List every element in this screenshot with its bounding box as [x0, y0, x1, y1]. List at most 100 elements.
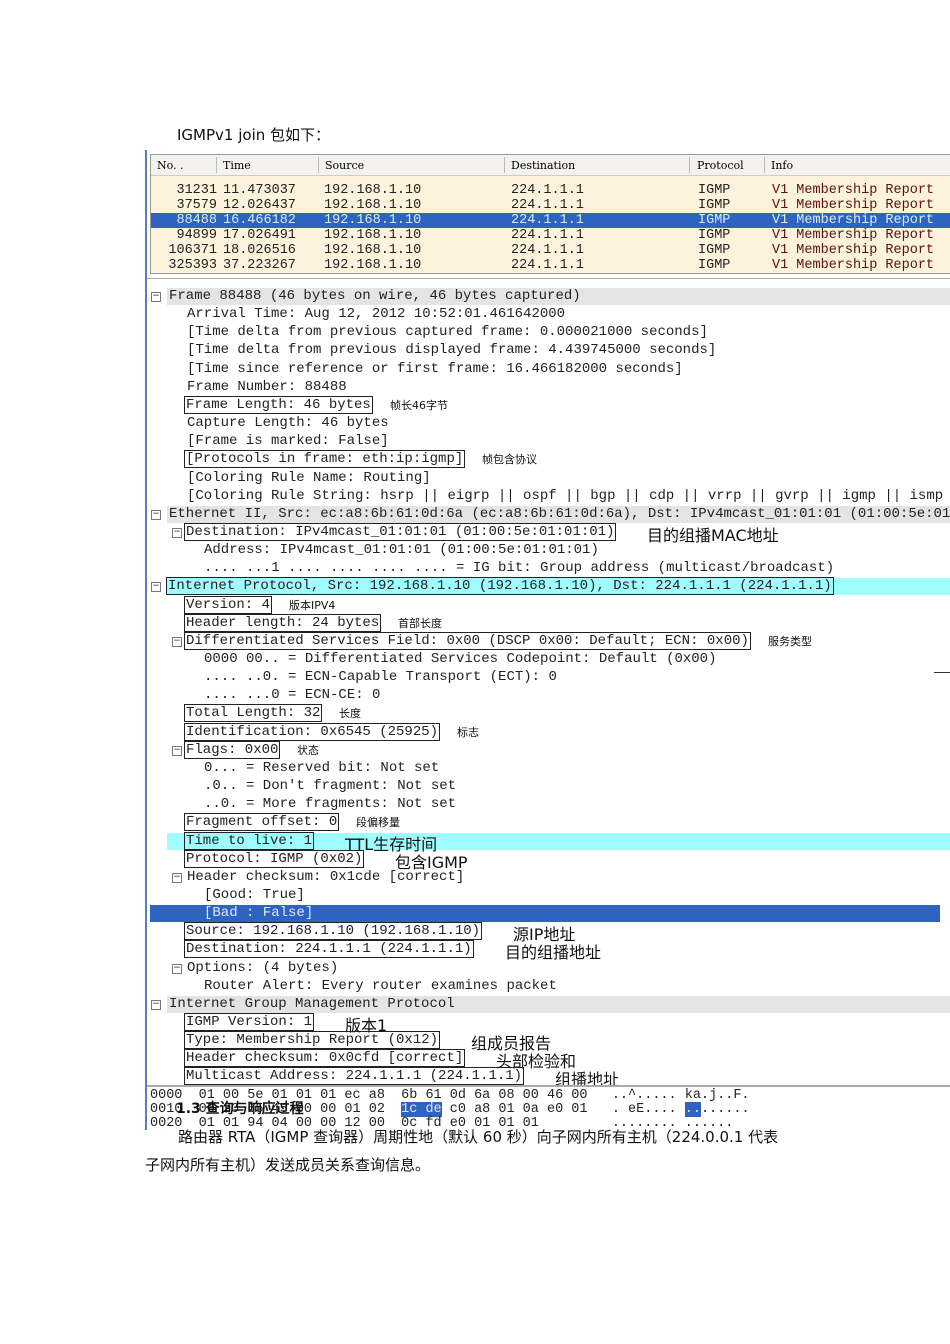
packet-row[interactable]: 106371 18.026516 192.168.1.10 224.1.1.1 IGMP…	[151, 243, 950, 258]
detail-line[interactable]: [Coloring Rule Name: Routing]	[187, 470, 431, 487]
detail-line[interactable]: Differentiated Services Field: 0x00 (DSC…	[184, 631, 751, 650]
packet-time: 37.223267	[223, 258, 296, 273]
detail-line[interactable]: Capture Length: 46 bytes	[187, 415, 389, 432]
packet-source: 192.168.1.10	[324, 198, 422, 213]
packet-row[interactable]: 325393 37.223267 192.168.1.10 224.1.1.1 IGMP…	[151, 258, 950, 273]
detail-line[interactable]: Version: 4	[184, 595, 273, 614]
detail-line[interactable]: Protocol: IGMP (0x02)	[184, 849, 365, 868]
packet-source: 192.168.1.10	[324, 258, 422, 273]
collapse-toggle-icon[interactable]: −	[151, 582, 161, 593]
collapse-toggle-icon[interactable]: −	[172, 636, 182, 647]
detail-line[interactable]: Flags: 0x00	[184, 740, 281, 759]
detail-line[interactable]: .... ..0. = ECN-Capable Transport (ECT):…	[204, 669, 557, 686]
detail-line[interactable]: [Time delta from previous captured frame…	[187, 324, 708, 341]
packet-source: 192.168.1.10	[324, 183, 422, 198]
packet-no: 31231	[176, 183, 217, 198]
field-text: Router Alert: Every router examines pack…	[204, 977, 557, 994]
packet-no: 106371	[168, 243, 217, 258]
detail-line[interactable]: IGMP Version: 1	[184, 1013, 315, 1031]
packet-destination: 224.1.1.1	[511, 213, 584, 228]
field-text: Frame 88488 (46 bytes on wire, 46 bytes …	[169, 288, 581, 304]
detail-line[interactable]: Header checksum: 0x0cfd [correct]	[184, 1049, 466, 1068]
packet-source: 192.168.1.10	[324, 213, 422, 228]
detail-line[interactable]: Destination: 224.1.1.1 (224.1.1.1)	[184, 940, 474, 959]
collapse-toggle-icon[interactable]: −	[151, 509, 161, 520]
packet-protocol: IGMP	[698, 183, 731, 198]
detail-line[interactable]: Identification: 0x6545 (25925)	[184, 722, 441, 741]
field-text: Frame Number: 88488	[187, 378, 347, 395]
detail-line[interactable]: Internet Group Management Protocol	[169, 996, 455, 1013]
boxed-field: Flags: 0x00	[184, 740, 281, 759]
packet-row[interactable]: 31231 11.473037 192.168.1.10 224.1.1.1 IGMP V…	[151, 183, 950, 198]
detail-line[interactable]: Time to live: 1	[184, 831, 315, 850]
annotation-note: 状态	[297, 743, 319, 757]
field-text: [Time since reference or first frame: 16…	[187, 360, 683, 377]
detail-line[interactable]: [Protocols in frame: eth:ip:igmp]	[184, 450, 466, 469]
boxed-field: Total Length: 32	[184, 704, 323, 723]
collapse-toggle-icon[interactable]: −	[151, 999, 161, 1010]
column-info[interactable]: Info	[771, 159, 793, 172]
detail-line[interactable]: Destination: IPv4mcast_01:01:01 (01:00:5…	[184, 522, 617, 541]
column-no[interactable]: No. .	[157, 159, 184, 172]
detail-line[interactable]: Header length: 24 bytes	[184, 613, 382, 632]
packet-no: 88488	[176, 213, 217, 228]
detail-line[interactable]: Address: IPv4mcast_01:01:01 (01:00:5e:01…	[204, 542, 599, 559]
detail-line[interactable]: Source: 192.168.1.10 (192.168.1.10)	[184, 922, 483, 941]
detail-line[interactable]: Header checksum: 0x1cde [correct]	[187, 869, 464, 886]
detail-line[interactable]: Frame Length: 46 bytes	[184, 395, 373, 414]
detail-line[interactable]: Internet Protocol, Src: 192.168.1.10 (19…	[166, 577, 834, 596]
collapse-toggle-icon[interactable]: −	[172, 963, 182, 974]
detail-line[interactable]: [Frame is marked: False]	[187, 433, 389, 450]
wireshark-screenshot: No. . Time Source Destination Protocol I…	[145, 150, 950, 1130]
packet-source: 192.168.1.10	[324, 243, 422, 258]
collapse-toggle-icon[interactable]: −	[172, 527, 182, 538]
detail-line[interactable]: Ethernet II, Src: ec:a8:6b:61:0d:6a (ec:…	[169, 506, 950, 523]
detail-line[interactable]: Fragment offset: 0	[184, 813, 340, 832]
detail-line[interactable]: Arrival Time: Aug 12, 2012 10:52:01.4616…	[187, 306, 565, 323]
detail-line[interactable]: [Coloring Rule String: hsrp || eigrp || …	[187, 488, 943, 505]
packet-row[interactable]: 94899 17.026491 192.168.1.10 224.1.1.1 IGMP V…	[151, 228, 950, 243]
collapse-toggle-icon[interactable]: −	[172, 745, 182, 756]
detail-line[interactable]: [Bad : False]	[204, 905, 313, 922]
field-text: [Frame is marked: False]	[187, 433, 389, 450]
detail-line[interactable]: 0000 00.. = Differentiated Services Code…	[204, 651, 716, 668]
detail-line[interactable]: [Time delta from previous displayed fram…	[187, 342, 716, 359]
detail-line[interactable]: ..0. = More fragments: Not set	[204, 796, 456, 813]
column-time[interactable]: Time	[223, 159, 251, 172]
detail-line[interactable]: Multicast Address: 224.1.1.1 (224.1.1.1)	[184, 1067, 525, 1086]
collapse-toggle-icon[interactable]: −	[172, 872, 182, 883]
detail-line[interactable]: [Time since reference or first frame: 16…	[187, 361, 683, 378]
collapse-toggle-icon[interactable]: −	[151, 292, 161, 302]
field-text: 0... = Reserved bit: Not set	[204, 759, 440, 776]
detail-line[interactable]: .... ...0 = ECN-CE: 0	[204, 687, 380, 704]
packet-source: 192.168.1.10	[324, 228, 422, 243]
column-source[interactable]: Source	[325, 159, 364, 172]
column-protocol[interactable]: Protocol	[697, 159, 744, 172]
detail-line[interactable]: .0.. = Don't fragment: Not set	[204, 778, 456, 795]
detail-line[interactable]: [Good: True]	[204, 887, 305, 904]
annotation-note: 帧长46字节	[390, 398, 448, 412]
packet-row[interactable]: 37579 12.026437 192.168.1.10 224.1.1.1 IGMP V…	[151, 198, 950, 213]
boxed-field: Protocol: IGMP (0x02)	[184, 849, 365, 868]
packet-list: No. . Time Source Destination Protocol I…	[150, 154, 950, 274]
packet-protocol: IGMP	[698, 228, 731, 243]
field-text: Ethernet II, Src: ec:a8:6b:61:0d:6a (ec:…	[169, 505, 950, 522]
detail-line[interactable]: Options: (4 bytes)	[187, 960, 338, 977]
packet-time: 16.466182	[223, 213, 296, 228]
detail-line[interactable]: Type: Membership Report (0x12)	[184, 1031, 441, 1050]
detail-line[interactable]: Frame Number: 88488	[187, 379, 347, 396]
detail-line[interactable]: Router Alert: Every router examines pack…	[204, 978, 557, 995]
packet-row[interactable]: 88488 16.466182 192.168.1.10 224.1.1.1 IGMP V…	[151, 213, 950, 228]
annotation-note: 目的组播MAC地址	[647, 525, 779, 545]
detail-line[interactable]: Total Length: 32	[184, 704, 323, 723]
field-text: Options: (4 bytes)	[187, 959, 339, 976]
boxed-field: Frame Length: 46 bytes	[184, 395, 373, 414]
packet-info: V1 Membership Report	[772, 258, 935, 273]
detail-line[interactable]: 0... = Reserved bit: Not set	[204, 760, 439, 777]
column-destination[interactable]: Destination	[511, 159, 575, 172]
boxed-field: Internet Protocol, Src: 192.168.1.10 (19…	[166, 577, 834, 596]
detail-line[interactable]: .... ...1 .... .... .... .... = IG bit: …	[204, 560, 834, 577]
detail-line[interactable]: Frame 88488 (46 bytes on wire, 46 bytes …	[169, 288, 581, 305]
boxed-field: Destination: IPv4mcast_01:01:01 (01:00:5…	[184, 522, 617, 541]
packet-details-pane: − Frame 88488 (46 bytes on wire, 46 bytes…	[147, 278, 950, 1089]
